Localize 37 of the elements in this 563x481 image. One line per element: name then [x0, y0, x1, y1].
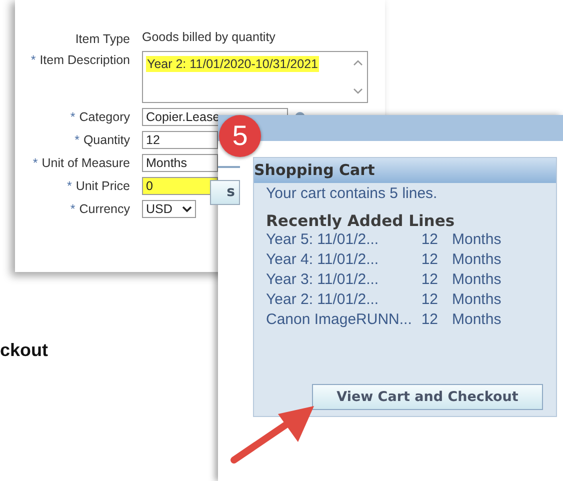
field-label: * Quantity	[74, 132, 130, 149]
line-quantity: 12	[420, 270, 439, 290]
cart-title: Shopping Cart	[254, 158, 556, 183]
field-label: Item Type	[74, 31, 130, 46]
line-quantity: 12	[420, 290, 439, 310]
description-text: Year 2: 11/01/2020-10/31/2021	[146, 56, 319, 72]
input-field[interactable]: Months	[142, 154, 218, 172]
line-description[interactable]: Year 5: 11/01/2...	[266, 230, 416, 250]
section-title: Recently Added Lines	[266, 212, 456, 230]
field-label: * Unit Price	[66, 178, 130, 195]
line-unit: Months	[452, 310, 502, 330]
currency-select[interactable]: USD	[142, 200, 196, 218]
chevron-icon	[182, 206, 192, 212]
line-unit: Months	[452, 250, 502, 270]
line-quantity: 12	[420, 250, 439, 270]
input-field[interactable]: 0	[142, 177, 218, 195]
field-label: * Currency	[69, 201, 130, 218]
input-field[interactable]: 12	[142, 131, 218, 149]
line-quantity: 12	[420, 230, 439, 250]
field-label: * Item Description	[30, 52, 130, 69]
item-type-value: Goods billed by quantity	[142, 29, 276, 44]
partial-button[interactable]: s	[210, 180, 240, 205]
line-unit: Months	[452, 290, 502, 310]
line-description[interactable]: Canon ImageRUNN...	[266, 310, 416, 330]
checkout-button[interactable]: View Cart and Checkout	[312, 384, 543, 410]
line-unit: Months	[452, 230, 502, 250]
line-quantity: 12	[420, 310, 439, 330]
cart-summary: Your cart contains 5 lines.	[266, 185, 438, 202]
document-text: ckout	[0, 340, 48, 361]
description-field[interactable]: Year 2: 11/01/2020-10/31/2021	[142, 51, 368, 103]
line-unit: Months	[452, 270, 502, 290]
line-description[interactable]: Year 2: 11/01/2...	[266, 290, 416, 310]
step-badge: 5	[219, 115, 261, 157]
field-label: * Category	[69, 109, 130, 126]
line-description[interactable]: Year 4: 11/01/2...	[266, 250, 416, 270]
line-description[interactable]: Year 3: 11/01/2...	[266, 270, 416, 290]
field-label: * Unit of Measure	[32, 155, 130, 172]
